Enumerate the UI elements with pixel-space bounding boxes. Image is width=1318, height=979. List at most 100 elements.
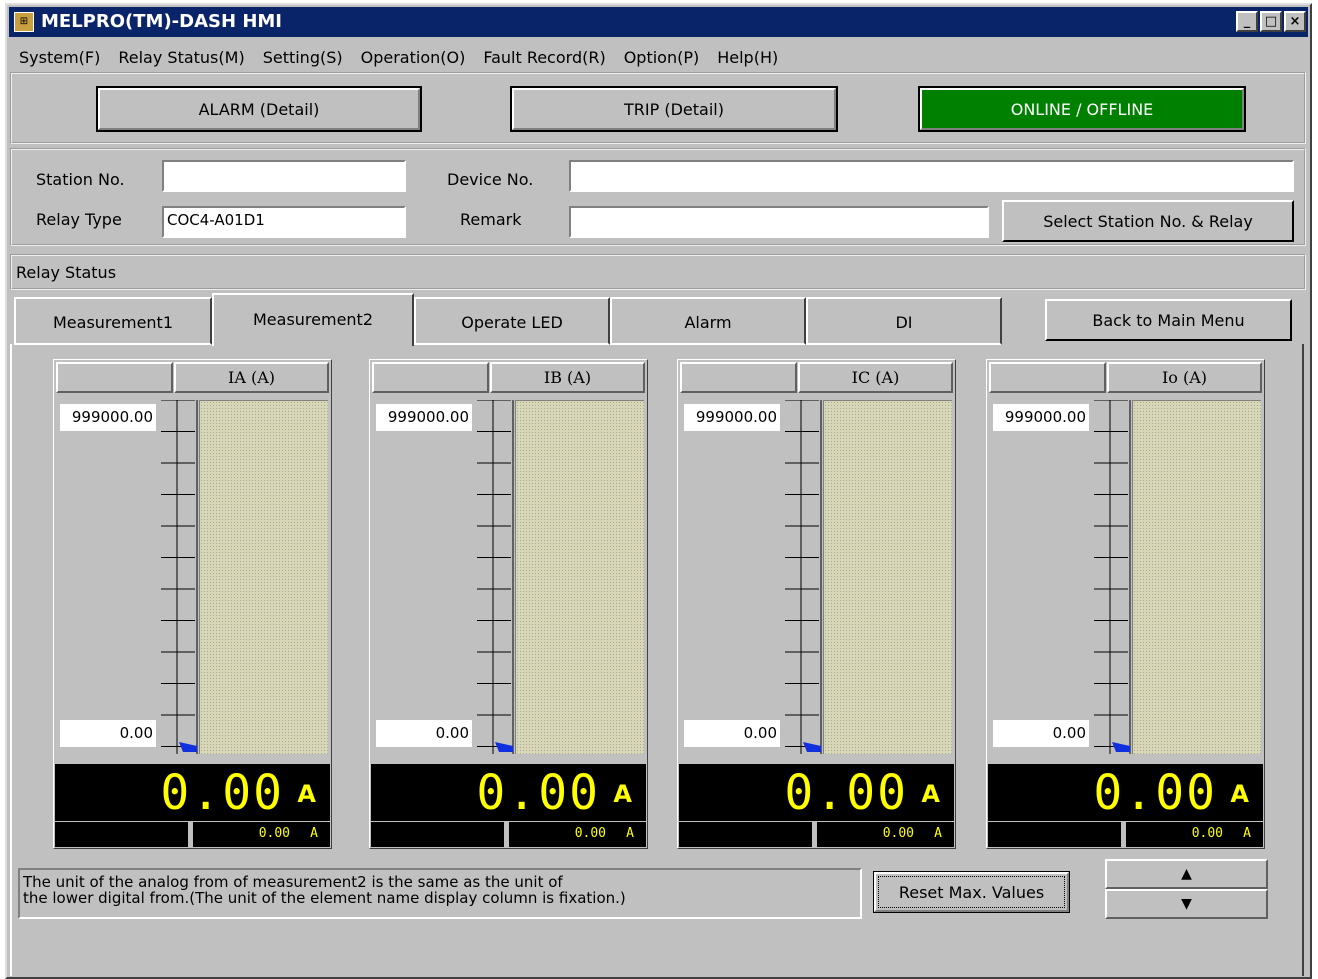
alarm-detail-button[interactable]: ALARM (Detail)	[96, 86, 422, 132]
sub-digital-display: 0.00 A	[1126, 822, 1263, 847]
menu-help[interactable]: Help(H)	[717, 48, 778, 67]
station-no-field[interactable]	[162, 160, 406, 192]
digital-value: 0.00	[160, 765, 284, 821]
sub-display-blank	[679, 822, 812, 847]
sub-digital-value: 0.00	[882, 826, 914, 841]
meter-label-blank	[680, 362, 797, 393]
unit-note-line1: The unit of the analog from of measureme…	[23, 873, 563, 891]
sub-display-blank	[988, 822, 1121, 847]
sub-digital-value: 0.00	[574, 826, 606, 841]
menu-operation[interactable]: Operation(O)	[361, 48, 466, 67]
menu-option[interactable]: Option(P)	[624, 48, 700, 67]
trip-detail-button[interactable]: TRIP (Detail)	[510, 86, 838, 132]
menu-fault-record[interactable]: Fault Record(R)	[483, 48, 605, 67]
tab-measurement1[interactable]: Measurement1	[14, 297, 212, 345]
window-title: MELPRO(TM)-DASH HMI	[41, 11, 282, 32]
scale-max-value: 999000.00	[993, 404, 1089, 431]
meter-label-blank	[372, 362, 489, 393]
tab-measurement2[interactable]: Measurement2	[212, 293, 414, 346]
menu-relay-status[interactable]: Relay Status(M)	[118, 48, 244, 67]
remark-label: Remark	[460, 210, 522, 229]
relay-type-field[interactable]: COC4-A01D1	[162, 206, 406, 238]
scale-max-value: 999000.00	[376, 404, 472, 431]
select-station-relay-button[interactable]: Select Station No. & Relay	[1002, 200, 1294, 242]
relay-status-header: Relay Status	[10, 254, 1306, 290]
focus-rect	[878, 876, 1065, 908]
sub-display-blank	[55, 822, 188, 847]
scale-max-value: 999000.00	[60, 404, 156, 431]
meter-element-name: Io (A)	[1107, 362, 1262, 393]
up-arrow-icon: ▲	[1181, 866, 1192, 882]
sub-digital-value: 0.00	[258, 826, 290, 841]
analog-bar	[1132, 400, 1261, 754]
sub-digital-unit: A	[934, 826, 942, 841]
online-offline-button[interactable]: ONLINE / OFFLINE	[918, 86, 1246, 132]
scale-ticks	[159, 399, 199, 754]
reset-max-values-button[interactable]: Reset Max. Values	[873, 871, 1070, 913]
scale-max-value: 999000.00	[684, 404, 780, 431]
digital-display: 0.00 A	[55, 764, 330, 821]
meter-label-blank	[56, 362, 173, 393]
scale-min-value: 0.00	[684, 720, 780, 747]
digital-value: 0.00	[784, 765, 908, 821]
digital-value: 0.00	[476, 765, 600, 821]
scale-min-value: 0.00	[993, 720, 1089, 747]
status-panel: ALARM (Detail) TRIP (Detail) ONLINE / OF…	[10, 72, 1306, 144]
maximize-button[interactable]: □	[1260, 11, 1282, 32]
digital-unit: A	[297, 780, 316, 808]
sub-display-blank	[371, 822, 504, 847]
app-icon: ⊞	[14, 12, 34, 32]
menu-setting[interactable]: Setting(S)	[263, 48, 343, 67]
online-offline-label: ONLINE / OFFLINE	[920, 88, 1244, 130]
scale-ticks	[475, 399, 515, 754]
sub-digital-display: 0.00 A	[817, 822, 954, 847]
trip-detail-label: TRIP (Detail)	[512, 88, 836, 130]
scale-ticks	[1092, 399, 1132, 754]
close-button[interactable]: ×	[1284, 11, 1306, 32]
sub-digital-unit: A	[1243, 826, 1251, 841]
menu-system[interactable]: System(F)	[19, 48, 100, 67]
scale-min-value: 0.00	[376, 720, 472, 747]
relay-type-label: Relay Type	[36, 210, 122, 229]
analog-bar	[515, 400, 644, 754]
meter-element-name: IA (A)	[174, 362, 329, 393]
meter-element-name: IC (A)	[798, 362, 953, 393]
analog-bar	[199, 400, 328, 754]
device-no-label: Device No.	[447, 170, 534, 189]
tab-alarm[interactable]: Alarm	[610, 297, 806, 345]
scroll-up-button[interactable]: ▲	[1105, 859, 1268, 889]
digital-display: 0.00 A	[988, 764, 1263, 821]
unit-note: The unit of the analog from of measureme…	[18, 868, 862, 919]
analog-bar	[823, 400, 952, 754]
station-no-label: Station No.	[36, 170, 125, 189]
sub-digital-unit: A	[310, 826, 318, 841]
sub-digital-display: 0.00 A	[193, 822, 330, 847]
digital-value: 0.00	[1093, 765, 1217, 821]
digital-display: 0.00 A	[371, 764, 646, 821]
minimize-button[interactable]: _	[1236, 11, 1258, 32]
sub-digital-unit: A	[626, 826, 634, 841]
relay-status-label: Relay Status	[16, 263, 117, 282]
unit-note-line2: the lower digital from.(The unit of the …	[23, 889, 626, 907]
scale-min-value: 0.00	[60, 720, 156, 747]
station-panel: Station No. Device No. Relay Type COC4-A…	[10, 148, 1306, 246]
tab-operate-led[interactable]: Operate LED	[414, 297, 610, 345]
digital-unit: A	[921, 780, 940, 808]
remark-field[interactable]	[569, 206, 989, 238]
alarm-detail-label: ALARM (Detail)	[98, 88, 420, 130]
back-to-main-menu-button[interactable]: Back to Main Menu	[1045, 299, 1292, 341]
tab-di[interactable]: DI	[806, 297, 1002, 345]
scale-ticks	[783, 399, 823, 754]
meter-label-blank	[989, 362, 1106, 393]
menu-bar: System(F) Relay Status(M) Setting(S) Ope…	[9, 39, 1308, 75]
device-no-field[interactable]	[569, 160, 1294, 192]
digital-display: 0.00 A	[679, 764, 954, 821]
down-arrow-icon: ▼	[1181, 896, 1192, 912]
digital-unit: A	[613, 780, 632, 808]
sub-digital-value: 0.00	[1191, 826, 1223, 841]
meter-element-name: IB (A)	[490, 362, 645, 393]
title-bar: ⊞ MELPRO(TM)-DASH HMI _ □ ×	[9, 7, 1308, 37]
digital-unit: A	[1230, 780, 1249, 808]
scroll-down-button[interactable]: ▼	[1105, 889, 1268, 919]
sub-digital-display: 0.00 A	[509, 822, 646, 847]
